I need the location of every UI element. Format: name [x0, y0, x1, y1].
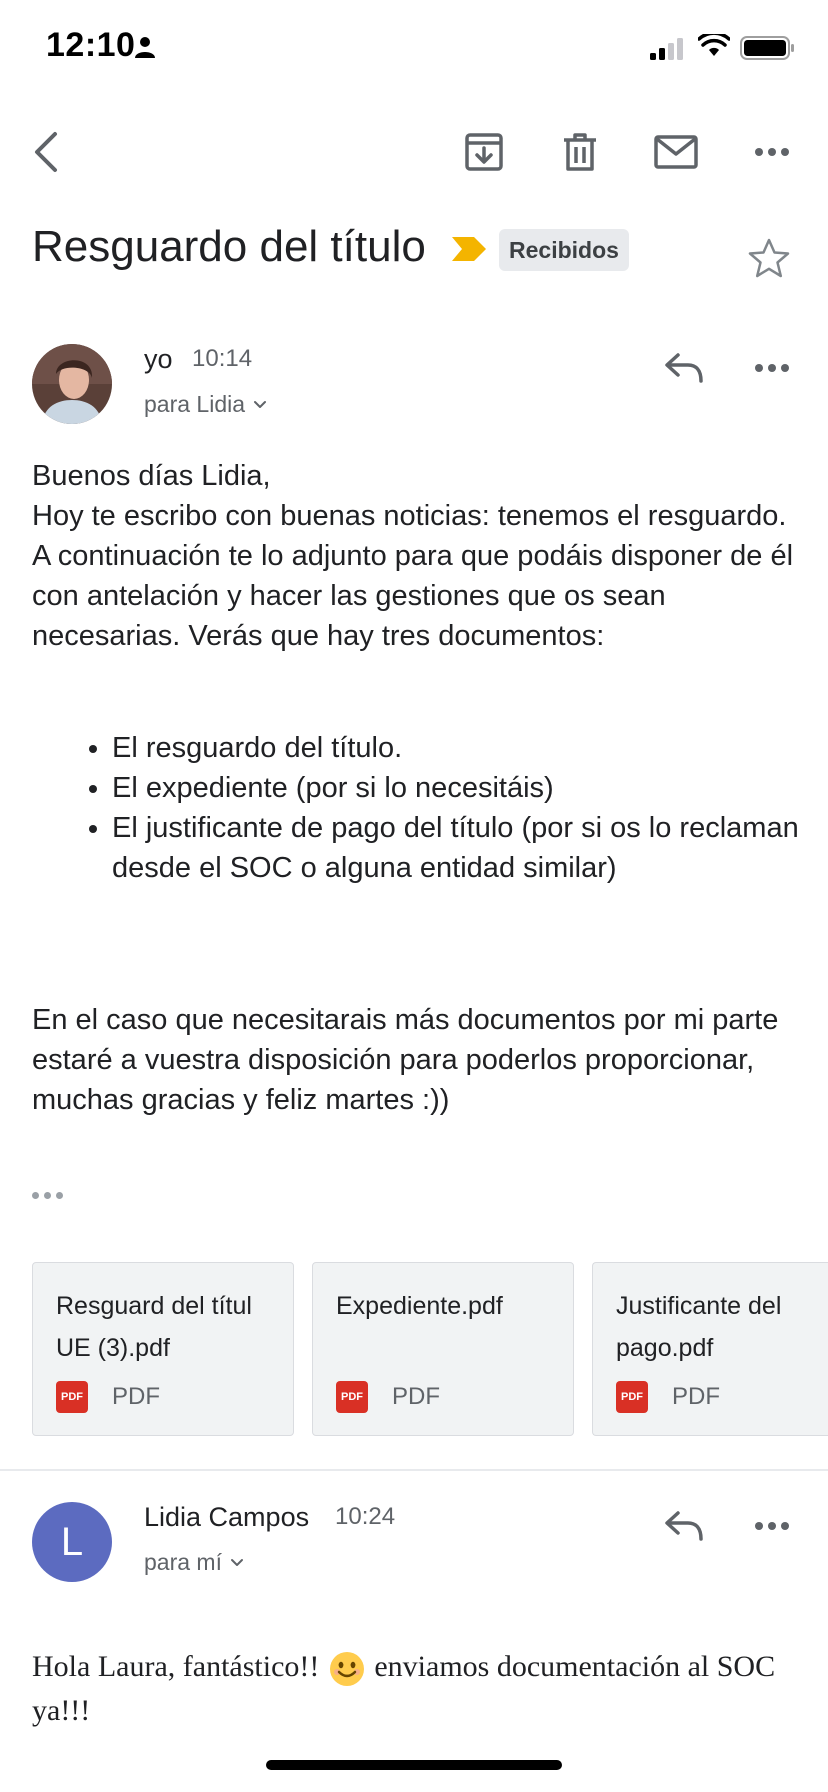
chevron-down-icon — [230, 1558, 243, 1566]
attachment-name: Resguard del títul UE (3).pdf — [56, 1292, 252, 1362]
reply-button[interactable] — [652, 1494, 716, 1558]
reply-icon — [665, 1511, 703, 1541]
profile-photo — [32, 344, 112, 424]
back-button[interactable] — [14, 120, 78, 184]
important-marker-icon[interactable] — [450, 235, 488, 263]
mail-icon — [654, 135, 698, 169]
attachment-type: PDF — [392, 1383, 440, 1410]
sender-name: Lidia Campos — [144, 1502, 310, 1532]
attachment-card[interactable]: Justificante del pago.pdf PDF PDF — [592, 1262, 828, 1436]
more-horizontal-icon — [755, 1522, 789, 1530]
home-indicator[interactable] — [266, 1760, 562, 1770]
pdf-icon: PDF — [56, 1381, 88, 1413]
cellular-signal-icon — [650, 38, 683, 60]
recipient-toggle[interactable]: para Lidia — [144, 391, 267, 418]
list-item: El justificante de pago del título (por … — [112, 808, 828, 888]
attachment-type: PDF — [672, 1383, 720, 1410]
recipient-text: para mí — [144, 1549, 222, 1575]
attachment-card[interactable]: Expediente.pdf PDF PDF — [312, 1262, 574, 1436]
attachment-card[interactable]: Resguard del títul UE (3).pdf PDF PDF — [32, 1262, 294, 1436]
sender-name: yo — [144, 344, 173, 374]
message-time: 10:24 — [335, 1503, 396, 1530]
wifi-icon — [698, 34, 730, 56]
closing-line: muchas gracias y feliz martes :)) — [32, 1084, 450, 1116]
sender-avatar[interactable]: L — [32, 1502, 112, 1582]
chevron-left-icon — [35, 132, 57, 172]
greeting: Buenos días Lidia, — [32, 460, 271, 492]
body-paragraph: Hoy te escribo con buenas noticias: tene… — [32, 500, 794, 652]
trash-icon — [564, 133, 596, 171]
list-item: El expediente (por si lo necesitáis) — [112, 768, 828, 808]
pdf-icon: PDF — [336, 1381, 368, 1413]
smiling-face-emoji-icon — [329, 1652, 364, 1687]
message-divider — [0, 1469, 828, 1471]
status-time: 12:10 — [46, 26, 136, 64]
sender-avatar[interactable] — [32, 344, 112, 424]
recipient-toggle[interactable]: para mí — [144, 1549, 244, 1576]
more-horizontal-icon — [755, 364, 789, 372]
show-trimmed-content-button[interactable] — [32, 1184, 72, 1206]
reply-button[interactable] — [652, 336, 716, 400]
message-more-button[interactable] — [740, 1494, 804, 1558]
message-body-end: En el caso que necesitarais más document… — [32, 1000, 802, 1120]
reply-text-start: Hola Laura, fantástico!! — [32, 1650, 320, 1683]
star-icon[interactable] — [748, 238, 790, 278]
reply-icon — [665, 353, 703, 383]
attachment-name: Justificante del pago.pdf — [616, 1292, 782, 1362]
reply-message-body: Hola Laura, fantástico!! enviamos docume… — [32, 1645, 802, 1733]
label-chip-recibidos[interactable]: Recibidos — [499, 229, 629, 271]
recipient-text: para Lidia — [144, 391, 246, 417]
message-body: Buenos días Lidia, Hoy te escribo con bu… — [32, 456, 802, 656]
chevron-down-icon — [254, 400, 267, 408]
pdf-icon: PDF — [616, 1381, 648, 1413]
email-subject: Resguardo del título — [32, 222, 426, 271]
archive-button[interactable] — [452, 120, 516, 184]
body-paragraph: En el caso que necesitarais más document… — [32, 1004, 779, 1076]
attachment-name: Expediente.pdf — [336, 1292, 503, 1320]
mark-unread-button[interactable] — [644, 120, 708, 184]
person-icon — [135, 37, 155, 58]
attachment-type: PDF — [112, 1383, 160, 1410]
list-item: El resguardo del título. — [112, 728, 828, 768]
delete-button[interactable] — [548, 120, 612, 184]
more-options-button[interactable] — [740, 120, 804, 184]
message-more-button[interactable] — [740, 336, 804, 400]
message-time: 10:14 — [192, 345, 253, 372]
document-list: El resguardo del título. El expediente (… — [72, 728, 828, 888]
battery-icon — [740, 36, 794, 60]
archive-icon — [465, 133, 503, 171]
more-horizontal-icon — [755, 148, 789, 156]
